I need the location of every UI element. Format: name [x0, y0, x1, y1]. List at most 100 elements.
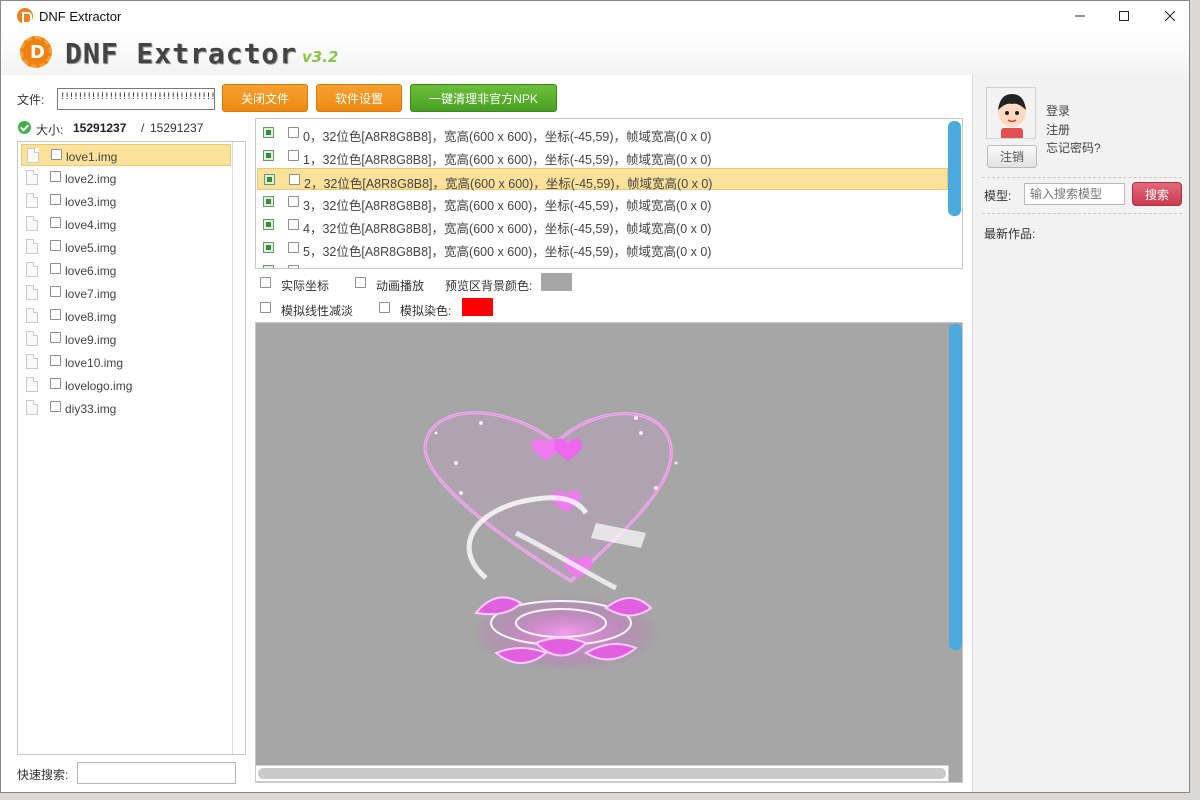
file-list-item[interactable]: diy33.img: [21, 397, 231, 419]
workspace: 文件: !!!!!!!!!!!!!!!!!!!!!!!!!!!!!!!!!!!!…: [1, 75, 972, 792]
model-search-button[interactable]: 搜索: [1132, 182, 1182, 206]
file-name: love8.img: [65, 310, 117, 324]
login-link[interactable]: 登录: [1046, 102, 1070, 119]
file-list-item[interactable]: love7.img: [21, 282, 231, 304]
quick-search-input[interactable]: [77, 762, 236, 784]
linear-dodge-checkbox[interactable]: [260, 302, 271, 313]
logo-text: DNF Extractor: [65, 37, 298, 70]
clean-npk-button[interactable]: 一键清理非官方NPK: [410, 84, 557, 112]
avatar[interactable]: [986, 87, 1036, 139]
file-checkbox[interactable]: [50, 217, 61, 228]
file-checkbox[interactable]: [50, 378, 61, 389]
preview-horizontal-scrollbar[interactable]: [255, 765, 949, 782]
dye-color-swatch[interactable]: [462, 298, 493, 316]
frame-list-item[interactable]: 6，32位色[A8R8G8B8]，宽高(600 x 600)，坐标(-45,59…: [257, 260, 948, 268]
logout-button[interactable]: 注销: [987, 145, 1037, 168]
file-checkbox[interactable]: [50, 286, 61, 297]
minimize-icon: [1075, 15, 1085, 17]
file-checkbox[interactable]: [50, 309, 61, 320]
dye-checkbox[interactable]: [379, 302, 390, 313]
frame-list-item[interactable]: 1，32位色[A8R8G8B8]，宽高(600 x 600)，坐标(-45,59…: [257, 145, 948, 167]
file-checkbox[interactable]: [51, 149, 62, 160]
frame-list-item[interactable]: 3，32位色[A8R8G8B8]，宽高(600 x 600)，坐标(-45,59…: [257, 191, 948, 213]
file-list-item[interactable]: love8.img: [21, 305, 231, 327]
settings-button[interactable]: 软件设置: [316, 84, 402, 112]
file-icon: [26, 400, 38, 415]
size-label: 大小:: [36, 123, 64, 137]
file-list: love1.img love2.img love3.img love4.img love…: [17, 141, 246, 755]
frame-checkbox[interactable]: [289, 174, 300, 185]
file-checkbox[interactable]: [50, 240, 61, 251]
file-checkbox[interactable]: [50, 332, 61, 343]
file-icon: [26, 285, 38, 300]
frame-list: 0，32位色[A8R8G8B8]，宽高(600 x 600)，坐标(-45,59…: [255, 118, 963, 269]
image-frame-icon: [263, 127, 274, 138]
main-window: DNF Extractor D DNF Extractor v3.2 文件: !…: [0, 0, 1190, 793]
model-search-input[interactable]: [1024, 183, 1125, 205]
file-icon: [26, 216, 38, 231]
heart-effect-image: [423, 411, 678, 671]
animation-checkbox[interactable]: [355, 277, 366, 288]
file-checkbox[interactable]: [50, 401, 61, 412]
image-frame-icon: [263, 242, 274, 253]
file-path-field[interactable]: !!!!!!!!!!!!!!!!!!!!!!!!!!!!!!!!!!!!!!!!…: [57, 88, 215, 110]
file-icon: [26, 377, 38, 392]
frame-list-scrollbar[interactable]: [948, 121, 961, 216]
forgot-password-link[interactable]: 忘记密码?: [1046, 139, 1101, 156]
window-title: DNF Extractor: [39, 9, 122, 24]
file-list-item[interactable]: love3.img: [21, 190, 231, 212]
size-separator: /: [141, 121, 145, 135]
file-name: love1.img: [66, 150, 118, 164]
preview-bg-color-swatch[interactable]: [541, 273, 572, 291]
frame-checkbox[interactable]: [288, 127, 299, 138]
frame-checkbox[interactable]: [288, 265, 299, 268]
account-panel: 登录 注册 忘记密码? 注销 模型: 搜索 最新作品:: [972, 75, 1189, 792]
image-frame-icon: [264, 174, 275, 185]
file-icon: [26, 354, 38, 369]
file-name: love7.img: [65, 287, 117, 301]
actual-coords-checkbox[interactable]: [260, 277, 271, 288]
close-window-button[interactable]: [1147, 1, 1189, 31]
file-list-item[interactable]: love4.img: [21, 213, 231, 235]
file-checkbox[interactable]: [50, 355, 61, 366]
file-checkbox[interactable]: [50, 194, 61, 205]
frame-info: 3，32位色[A8R8G8B8]，宽高(600 x 600)，坐标(-45,59…: [303, 199, 712, 213]
file-list-item[interactable]: love1.img: [21, 144, 231, 166]
frame-checkbox[interactable]: [288, 196, 299, 207]
file-icon: [26, 262, 38, 277]
file-checkbox[interactable]: [50, 263, 61, 274]
file-icon: [26, 239, 38, 254]
file-list-item[interactable]: lovelogo.img: [21, 374, 231, 396]
frame-info: 4，32位色[A8R8G8B8]，宽高(600 x 600)，坐标(-45,59…: [303, 222, 712, 236]
frame-info: 1，32位色[A8R8G8B8]，宽高(600 x 600)，坐标(-45,59…: [303, 153, 712, 167]
file-list-scrollbar[interactable]: [232, 142, 245, 754]
maximize-button[interactable]: [1101, 1, 1147, 31]
file-checkbox[interactable]: [50, 171, 61, 182]
close-file-button[interactable]: 关闭文件: [222, 84, 308, 112]
file-list-item[interactable]: love2.img: [21, 167, 231, 189]
register-link[interactable]: 注册: [1046, 121, 1070, 138]
minimize-button[interactable]: [1057, 1, 1103, 31]
preview-vertical-scrollbar[interactable]: [949, 324, 962, 650]
file-list-item[interactable]: love9.img: [21, 328, 231, 350]
file-list-item[interactable]: love6.img: [21, 259, 231, 281]
frame-checkbox[interactable]: [288, 219, 299, 230]
preview-area[interactable]: [255, 322, 963, 783]
frame-list-item[interactable]: 0，32位色[A8R8G8B8]，宽高(600 x 600)，坐标(-45,59…: [257, 122, 948, 144]
file-label: 文件:: [17, 93, 45, 107]
size-total: 15291237: [150, 121, 204, 135]
title-bar: DNF Extractor: [1, 1, 1189, 31]
file-name: love3.img: [65, 195, 117, 209]
file-name: love9.img: [65, 333, 117, 347]
frame-checkbox[interactable]: [288, 242, 299, 253]
frame-list-item[interactable]: 5，32位色[A8R8G8B8]，宽高(600 x 600)，坐标(-45,59…: [257, 237, 948, 259]
frame-info: 5，32位色[A8R8G8B8]，宽高(600 x 600)，坐标(-45,59…: [303, 245, 712, 259]
frame-checkbox[interactable]: [288, 150, 299, 161]
file-list-item[interactable]: love10.img: [21, 351, 231, 373]
app-banner: D DNF Extractor v3.2: [1, 31, 1189, 75]
file-list-item[interactable]: love5.img: [21, 236, 231, 258]
frame-list-item[interactable]: 4，32位色[A8R8G8B8]，宽高(600 x 600)，坐标(-45,59…: [257, 214, 948, 236]
file-name: love10.img: [65, 356, 124, 370]
frame-list-item[interactable]: 2，32位色[A8R8G8B8]，宽高(600 x 600)，坐标(-45,59…: [257, 168, 948, 191]
preview-bg-label: 预览区背景颜色:: [445, 279, 533, 293]
